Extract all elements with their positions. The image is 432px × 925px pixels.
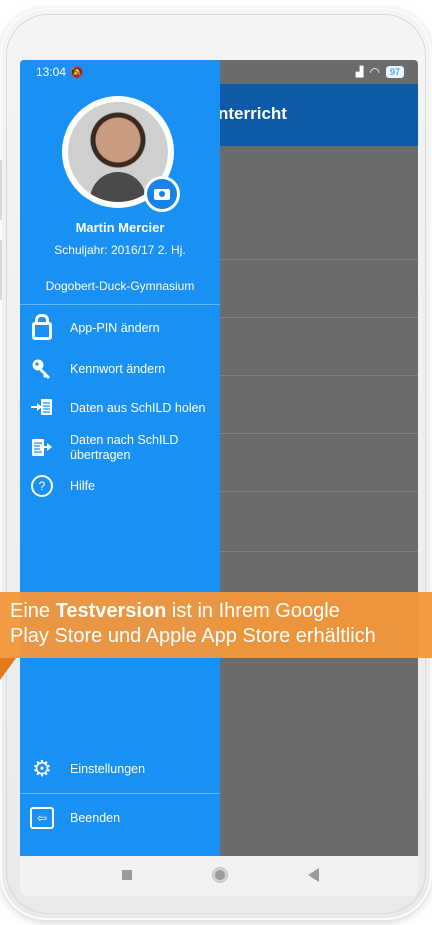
menu-item-label: Daten nach SchILD übertragen <box>70 433 178 463</box>
menu-item-label: Kennwort ändern <box>70 362 166 376</box>
menu-item-exit[interactable]: ⇦ Beenden <box>30 805 220 831</box>
menu-item-label: Einstellungen <box>70 762 146 776</box>
promo-banner: Eine Testversion ist in Ihrem Google Pla… <box>0 592 432 658</box>
silent-icon: 🔕 <box>70 66 84 79</box>
app-bar-title: nterricht <box>218 104 287 123</box>
menu-item-label-line2: übertragen <box>70 448 131 462</box>
list-divider <box>220 375 418 376</box>
menu-item-label: Hilfe <box>70 479 96 493</box>
phone-screen: 13:04 🔕 ▟ ◠ 97 nterricht Martin Mercier … <box>20 60 418 896</box>
list-divider <box>220 259 418 260</box>
list-divider <box>220 551 418 552</box>
school-year: Schuljahr: 2016/17 2. Hj. <box>54 243 186 257</box>
menu-item-label-line1: Daten nach SchILD <box>70 433 179 447</box>
key-icon <box>30 357 54 381</box>
menu-item-help[interactable]: ? Hilfe <box>30 473 220 499</box>
gear-icon: ⚙ <box>32 756 52 781</box>
status-bar: 13:04 🔕 ▟ ◠ 97 <box>20 60 418 84</box>
banner-line2: Play Store und Apple App Store erhältlic… <box>10 625 376 647</box>
drawer-divider <box>20 304 220 305</box>
drawer-divider <box>20 793 220 794</box>
wifi-icon: ◠ <box>369 65 380 79</box>
help-icon: ? <box>30 474 54 498</box>
list-divider <box>220 491 418 492</box>
signal-icon: ▟ <box>355 66 364 78</box>
menu-item-app-pin[interactable]: App-PIN ändern <box>30 314 220 341</box>
list-divider <box>220 317 418 318</box>
import-icon <box>30 396 54 420</box>
camera-icon <box>154 188 170 200</box>
menu-item-label: Daten aus SchILD holen <box>70 401 206 415</box>
home-button[interactable] <box>212 867 228 883</box>
export-icon <box>30 436 54 460</box>
banner-tail <box>0 658 16 680</box>
menu-item-password[interactable]: Kennwort ändern <box>30 356 220 382</box>
user-name: Martin Mercier <box>75 220 165 235</box>
menu-item-label: Beenden <box>70 811 121 825</box>
phone-side-button <box>0 160 2 220</box>
banner-highlight: Testversion <box>55 600 167 622</box>
menu-item-label: App-PIN ändern <box>70 321 160 335</box>
menu-item-export[interactable]: Daten nach SchILD übertragen <box>30 430 220 466</box>
recent-apps-button[interactable] <box>122 870 132 880</box>
navigation-drawer: Martin Mercier Schuljahr: 2016/17 2. Hj.… <box>20 60 220 856</box>
back-button[interactable] <box>308 868 319 882</box>
menu-item-import[interactable]: Daten aus SchILD holen <box>30 395 220 421</box>
battery-icon: 97 <box>385 66 404 78</box>
status-time: 13:04 <box>36 65 67 79</box>
phone-side-button <box>0 240 2 300</box>
exit-icon: ⇦ <box>30 806 54 830</box>
android-nav-bar <box>20 856 418 896</box>
list-divider <box>220 433 418 434</box>
school-name: Dogobert-Duck-Gymnasium <box>45 279 195 293</box>
lock-icon <box>30 314 54 340</box>
menu-item-settings[interactable]: ⚙ Einstellungen <box>30 756 220 782</box>
banner-prefix: Eine <box>10 600 56 622</box>
banner-suffix: ist in Ihrem Google <box>166 600 340 622</box>
camera-button[interactable] <box>144 176 180 212</box>
